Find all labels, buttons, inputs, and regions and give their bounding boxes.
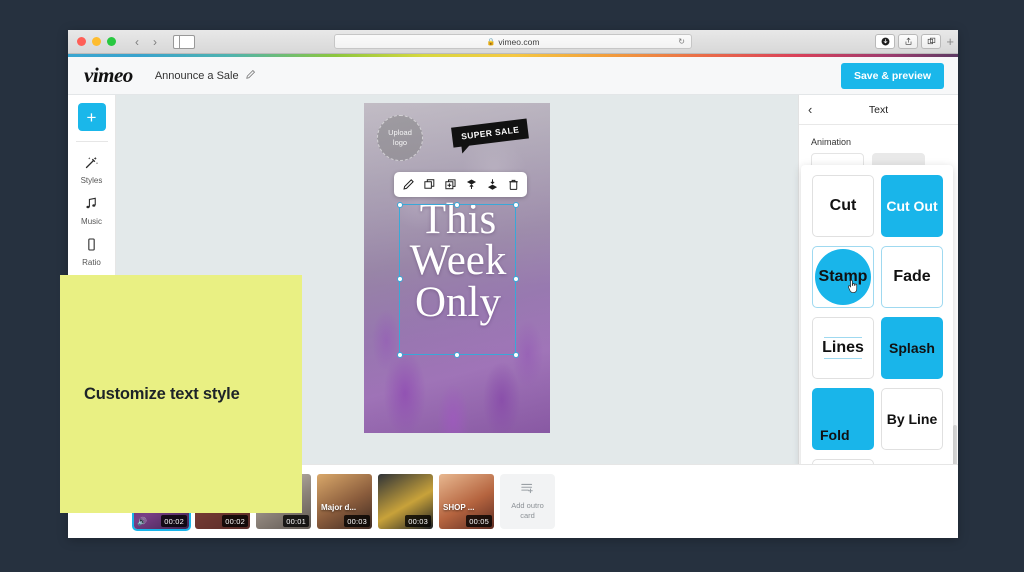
- lines-bottom-rule: [824, 358, 862, 359]
- timeline-clip-4-overlay: Major d...: [321, 503, 356, 512]
- animation-option-fade-label: Fade: [893, 269, 930, 285]
- animation-option-lines-label: Lines: [822, 340, 864, 356]
- resize-handle-top-left[interactable]: [397, 202, 403, 208]
- duplicate-icon[interactable]: [441, 176, 459, 193]
- sidebar-item-music-label: Music: [81, 217, 102, 226]
- panel-back-icon[interactable]: ‹: [808, 102, 812, 117]
- animation-option-by-line-label: By Line: [887, 412, 938, 426]
- minimize-window-button[interactable]: [92, 37, 101, 46]
- video-preview-canvas[interactable]: Upload logo SUPER SALE: [364, 103, 550, 433]
- project-title: Announce a Sale: [155, 69, 256, 83]
- properties-panel-header: ‹ Text: [799, 95, 958, 125]
- copy-icon[interactable]: [420, 176, 438, 193]
- resize-handle-top-center[interactable]: [454, 202, 460, 208]
- forward-icon[interactable]: ›: [147, 36, 163, 48]
- animation-option-splash[interactable]: Splash: [881, 317, 943, 379]
- browser-chrome-bar: ‹ › 🔒 vimeo.com ↻ +: [68, 30, 958, 54]
- browser-nav-buttons: ‹ ›: [129, 36, 163, 48]
- timeline-clip-3-duration: 00:01: [283, 515, 309, 527]
- timeline-clip-4-duration: 00:03: [344, 515, 370, 527]
- sidebar-item-styles[interactable]: Styles: [68, 155, 115, 185]
- timeline-clip-6[interactable]: SHOP ... 00:05: [439, 474, 494, 529]
- resize-handle-top-right[interactable]: [513, 202, 519, 208]
- maximize-window-button[interactable]: [107, 37, 116, 46]
- animation-option-fold[interactable]: Fold: [812, 388, 874, 450]
- reload-icon[interactable]: ↻: [678, 37, 685, 46]
- element-toolbar: [394, 172, 527, 197]
- vimeo-logo[interactable]: vimeo: [84, 63, 133, 88]
- resize-handle-bottom-left[interactable]: [397, 352, 403, 358]
- sidebar-item-styles-label: Styles: [81, 176, 103, 185]
- timeline-clip-5[interactable]: 00:03: [378, 474, 433, 529]
- add-element-button[interactable]: +: [78, 103, 106, 131]
- project-title-text: Announce a Sale: [155, 70, 239, 82]
- animation-option-stamp-label: Stamp: [819, 269, 868, 285]
- music-note-icon: [84, 196, 99, 214]
- lock-icon: 🔒: [487, 38, 496, 46]
- window-traffic-lights: [77, 37, 116, 46]
- upload-logo-placeholder[interactable]: Upload logo: [377, 115, 423, 161]
- text-selection-box[interactable]: [399, 204, 516, 355]
- panel-title: Text: [869, 104, 888, 116]
- timeline-clip-6-duration: 00:05: [466, 515, 492, 527]
- resize-handle-bottom-center[interactable]: [454, 352, 460, 358]
- rail-divider: [76, 141, 108, 142]
- add-outro-line2: card: [520, 511, 535, 521]
- lines-top-rule: [824, 337, 862, 338]
- resize-handle-middle-right[interactable]: [513, 276, 519, 282]
- animation-option-splash-label: Splash: [889, 341, 935, 355]
- animation-option-by-line[interactable]: By Line: [881, 388, 943, 450]
- resize-handle-bottom-right[interactable]: [513, 352, 519, 358]
- animation-option-cut-out[interactable]: Cut Out: [881, 175, 943, 237]
- timeline-clip-2-duration: 00:02: [222, 515, 248, 527]
- sidebar-toggle-icon[interactable]: [173, 35, 195, 49]
- super-sale-sticker[interactable]: SUPER SALE: [451, 118, 529, 147]
- sidebar-item-ratio-label: Ratio: [82, 258, 101, 267]
- timeline-clip-1-duration: 00:02: [161, 515, 187, 527]
- close-window-button[interactable]: [77, 37, 86, 46]
- magic-wand-icon: [84, 155, 99, 173]
- animation-option-cut-label: Cut: [830, 198, 857, 214]
- app-header: vimeo Announce a Sale Save & preview: [68, 57, 958, 95]
- animation-option-cut-out-label: Cut Out: [886, 199, 937, 213]
- animation-option-lines[interactable]: Lines: [812, 317, 874, 379]
- tabs-icon[interactable]: [921, 34, 941, 49]
- timeline-clip-6-overlay: SHOP ...: [443, 503, 474, 512]
- callout-text: Customize text style: [60, 385, 240, 404]
- back-icon[interactable]: ‹: [129, 36, 145, 48]
- sidebar-item-ratio[interactable]: Ratio: [68, 237, 115, 267]
- share-icon[interactable]: [898, 34, 918, 49]
- download-icon[interactable]: [875, 34, 895, 49]
- callout-overlay: Customize text style: [60, 275, 302, 513]
- aspect-ratio-icon: [84, 237, 99, 255]
- save-and-preview-button[interactable]: Save & preview: [841, 63, 944, 89]
- bring-to-front-icon[interactable]: [462, 176, 480, 193]
- edit-pencil-icon[interactable]: [399, 176, 417, 193]
- resize-handle-middle-left[interactable]: [397, 276, 403, 282]
- animation-option-fade[interactable]: Fade: [881, 246, 943, 308]
- browser-toolbar-right: +: [875, 34, 954, 49]
- animation-section-label: Animation: [799, 125, 958, 153]
- upload-logo-line2: logo: [393, 138, 407, 148]
- animation-option-cut[interactable]: Cut: [812, 175, 874, 237]
- add-outro-card-button[interactable]: Add outro card: [500, 474, 555, 529]
- animation-option-fold-label: Fold: [820, 428, 850, 442]
- pencil-icon[interactable]: [245, 69, 256, 83]
- upload-logo-line1: Upload: [388, 128, 412, 138]
- timeline-clip-5-duration: 00:03: [405, 515, 431, 527]
- address-bar[interactable]: 🔒 vimeo.com ↻: [334, 34, 692, 49]
- send-to-back-icon[interactable]: [483, 176, 501, 193]
- animation-option-stamp[interactable]: Stamp: [812, 246, 874, 308]
- url-text: vimeo.com: [498, 37, 539, 47]
- new-tab-icon[interactable]: +: [946, 34, 954, 49]
- add-outro-line1: Add outro: [511, 501, 544, 511]
- timeline-clip-4[interactable]: Major d... 00:03: [317, 474, 372, 529]
- delete-trash-icon[interactable]: [504, 176, 522, 193]
- speaker-icon[interactable]: 🔊: [137, 517, 147, 526]
- sidebar-item-music[interactable]: Music: [68, 196, 115, 226]
- add-card-icon: [520, 482, 535, 497]
